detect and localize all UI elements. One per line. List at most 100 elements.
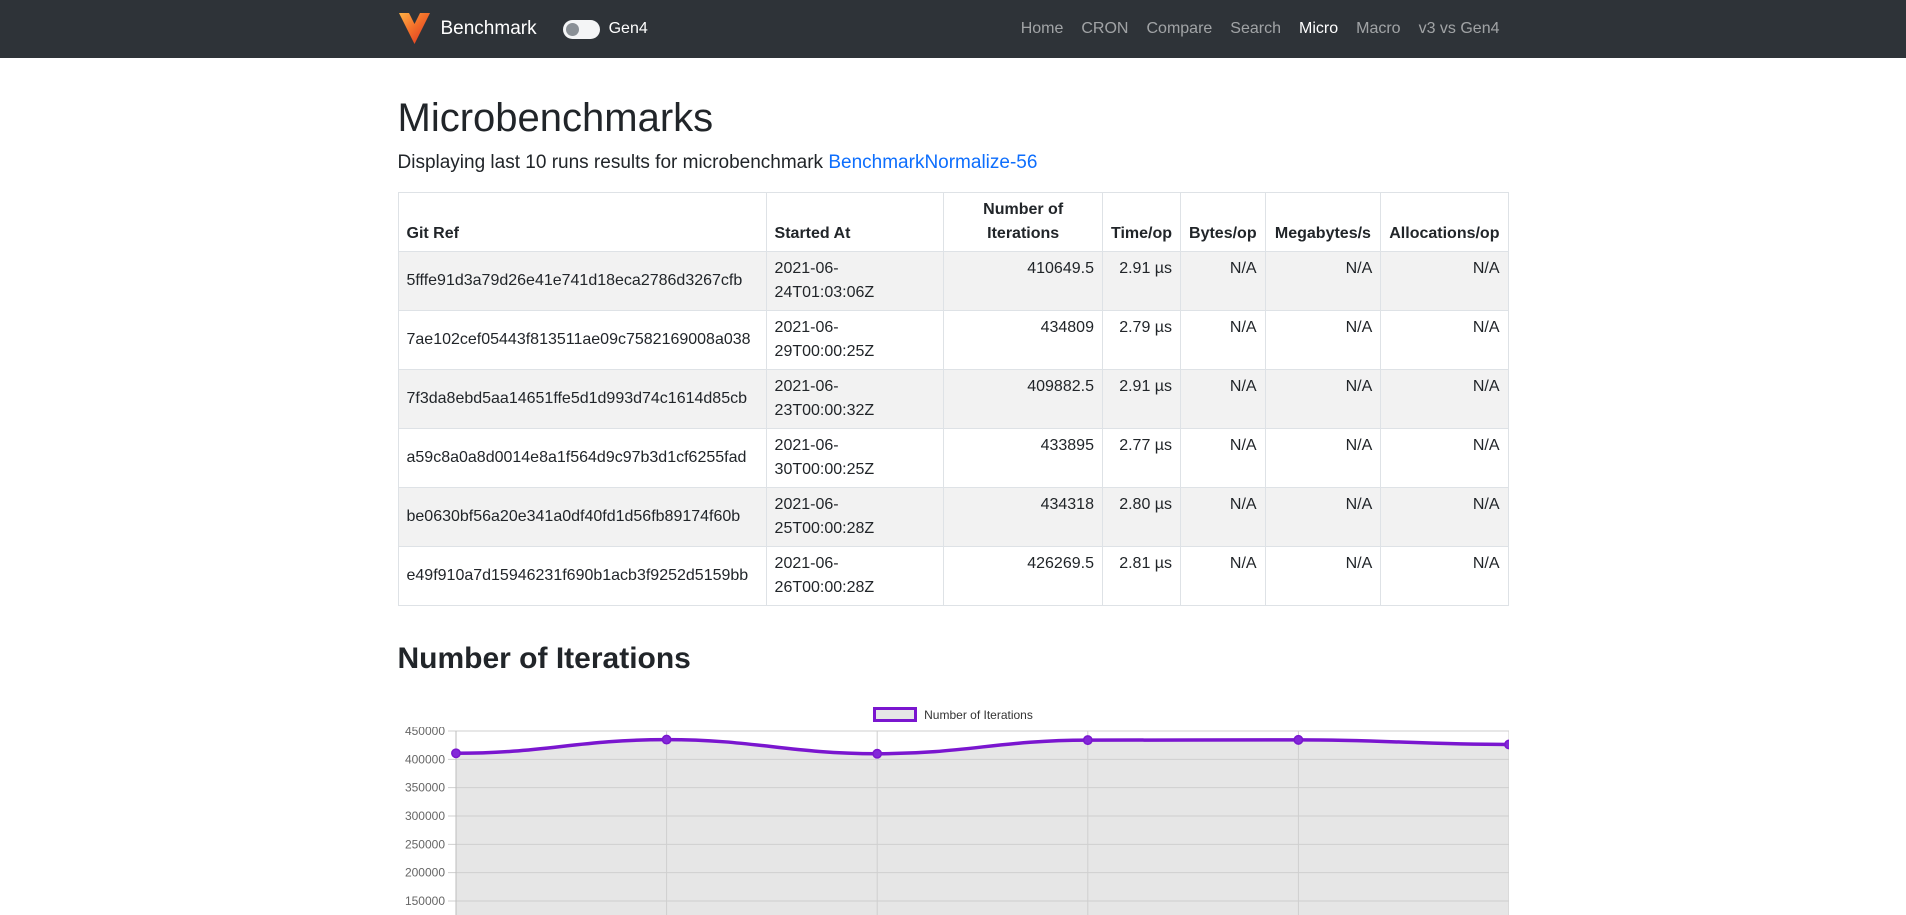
bytes-op-cell: N/A <box>1181 370 1266 429</box>
nav-link-search[interactable]: Search <box>1221 16 1290 42</box>
table-header: Git RefStarted AtNumber of IterationsTim… <box>398 193 1508 252</box>
y-tick-label: 150000 <box>404 894 444 908</box>
nav-link-cron[interactable]: CRON <box>1072 16 1137 42</box>
toggle-switch-icon[interactable] <box>563 20 600 39</box>
allocations-cell: N/A <box>1381 311 1508 370</box>
allocations-cell: N/A <box>1381 429 1508 488</box>
megabytes-cell: N/A <box>1265 252 1381 311</box>
bytes-op-cell: N/A <box>1181 429 1266 488</box>
nav-item: Search <box>1221 16 1290 42</box>
started-at-cell: 2021-06-24T01:03:06Z <box>766 252 944 311</box>
y-tick-label: 450000 <box>404 727 444 738</box>
table-row: 5fffe91d3a79d26e41e741d18eca2786d3267cfb… <box>398 252 1508 311</box>
y-tick-label: 250000 <box>404 837 444 851</box>
data-point <box>873 750 881 758</box>
navbar: Benchmark Gen4 HomeCRONCompareSearchMicr… <box>0 0 1906 58</box>
subtitle-text: Displaying last 10 runs results for micr… <box>398 152 829 173</box>
main-content: Microbenchmarks Displaying last 10 runs … <box>398 96 1509 915</box>
nav-item: Compare <box>1137 16 1221 42</box>
megabytes-cell: N/A <box>1265 547 1381 606</box>
bytes-op-cell: N/A <box>1181 252 1266 311</box>
nav-item: v3 vs Gen4 <box>1410 16 1509 42</box>
table-row: 7f3da8ebd5aa14651ffe5d1d993d74c1614d85cb… <box>398 370 1508 429</box>
iterations-cell: 433895 <box>944 429 1103 488</box>
allocations-cell: N/A <box>1381 547 1508 606</box>
nav-item: Home <box>1012 16 1073 42</box>
table-row: e49f910a7d15946231f690b1acb3f9252d5159bb… <box>398 547 1508 606</box>
time-op-cell: 2.91 µs <box>1102 370 1180 429</box>
y-tick-label: 300000 <box>404 809 444 823</box>
started-at-cell: 2021-06- 25T00:00:28Z <box>766 488 944 547</box>
git-ref-cell: be0630bf56a20e341a0df40fd1d56fb89174f60b <box>398 488 766 547</box>
git-ref-cell: 5fffe91d3a79d26e41e741d18eca2786d3267cfb <box>398 252 766 311</box>
nav-item: Macro <box>1347 16 1409 42</box>
time-op-cell: 2.80 µs <box>1102 488 1180 547</box>
data-point <box>451 749 459 757</box>
iterations-chart: 0500001000001500002000002500003000003500… <box>398 727 1509 915</box>
data-point <box>1083 736 1091 744</box>
git-ref-cell: 7ae102cef05443f813511ae09c7582169008a038 <box>398 311 766 370</box>
bytes-op-cell: N/A <box>1181 488 1266 547</box>
iterations-cell: 409882.5 <box>944 370 1103 429</box>
table-row: be0630bf56a20e341a0df40fd1d56fb89174f60b… <box>398 488 1508 547</box>
bytes-op-cell: N/A <box>1181 311 1266 370</box>
column-header-git-ref: Git Ref <box>398 193 766 252</box>
chart-area-fill <box>456 740 1509 915</box>
megabytes-cell: N/A <box>1265 370 1381 429</box>
section-heading: Number of Iterations <box>398 642 1509 676</box>
allocations-cell: N/A <box>1381 488 1508 547</box>
nav-link-home[interactable]: Home <box>1012 16 1073 42</box>
legend-label: Number of Iterations <box>924 708 1033 722</box>
time-op-cell: 2.77 µs <box>1102 429 1180 488</box>
navbar-inner: Benchmark Gen4 HomeCRONCompareSearchMicr… <box>398 10 1509 49</box>
data-point <box>662 735 670 743</box>
started-at-cell: 2021-06-30T00:00:25Z <box>766 429 944 488</box>
y-tick-label: 400000 <box>404 752 444 766</box>
allocations-cell: N/A <box>1381 252 1508 311</box>
vitess-v-logo-icon <box>398 10 431 49</box>
iterations-cell: 410649.5 <box>944 252 1103 311</box>
table-row: a59c8a0a8d0014e8a1f564d9c97b3d1cf6255fad… <box>398 429 1508 488</box>
nav-item: CRON <box>1072 16 1137 42</box>
data-point <box>1294 736 1302 744</box>
subtitle: Displaying last 10 runs results for micr… <box>398 151 1509 175</box>
iterations-cell: 434318 <box>944 488 1103 547</box>
git-ref-cell: 7f3da8ebd5aa14651ffe5d1d993d74c1614d85cb <box>398 370 766 429</box>
started-at-cell: 2021-06- 26T00:00:28Z <box>766 547 944 606</box>
iterations-cell: 434809 <box>944 311 1103 370</box>
nav-link-v3-vs-gen4[interactable]: v3 vs Gen4 <box>1410 16 1509 42</box>
nav-link-micro[interactable]: Micro <box>1290 16 1347 42</box>
y-tick-label: 350000 <box>404 781 444 795</box>
gen4-toggle-label: Gen4 <box>609 20 648 38</box>
brand-label: Benchmark <box>441 18 537 40</box>
data-point <box>1504 740 1508 748</box>
table-row: 7ae102cef05443f813511ae09c7582169008a038… <box>398 311 1508 370</box>
column-header-number-of-iterations: Number of Iterations <box>944 193 1103 252</box>
page-title: Microbenchmarks <box>398 96 1509 140</box>
nav-item: Micro <box>1290 16 1347 42</box>
results-table: Git RefStarted AtNumber of IterationsTim… <box>398 192 1509 606</box>
time-op-cell: 2.79 µs <box>1102 311 1180 370</box>
nav-links: HomeCRONCompareSearchMicroMacrov3 vs Gen… <box>1012 16 1509 42</box>
nav-link-compare[interactable]: Compare <box>1137 16 1221 42</box>
legend-swatch-icon <box>873 707 917 722</box>
started-at-cell: 2021-06-29T00:00:25Z <box>766 311 944 370</box>
column-header-allocations-op: Allocations/op <box>1381 193 1508 252</box>
y-tick-label: 200000 <box>404 866 444 880</box>
table-body: 5fffe91d3a79d26e41e741d18eca2786d3267cfb… <box>398 252 1508 606</box>
column-header-started-at: Started At <box>766 193 944 252</box>
time-op-cell: 2.91 µs <box>1102 252 1180 311</box>
nav-link-macro[interactable]: Macro <box>1347 16 1409 42</box>
column-header-megabytes-s: Megabytes/s <box>1265 193 1381 252</box>
chart-legend[interactable]: Number of Iterations <box>398 707 1509 722</box>
git-ref-cell: a59c8a0a8d0014e8a1f564d9c97b3d1cf6255fad <box>398 429 766 488</box>
column-header-time-op: Time/op <box>1102 193 1180 252</box>
benchmark-link[interactable]: BenchmarkNormalize-56 <box>828 152 1037 173</box>
git-ref-cell: e49f910a7d15946231f690b1acb3f9252d5159bb <box>398 547 766 606</box>
time-op-cell: 2.81 µs <box>1102 547 1180 606</box>
megabytes-cell: N/A <box>1265 311 1381 370</box>
brand-link[interactable]: Benchmark <box>398 10 537 49</box>
iterations-cell: 426269.5 <box>944 547 1103 606</box>
bytes-op-cell: N/A <box>1181 547 1266 606</box>
gen4-toggle[interactable]: Gen4 <box>563 20 648 39</box>
